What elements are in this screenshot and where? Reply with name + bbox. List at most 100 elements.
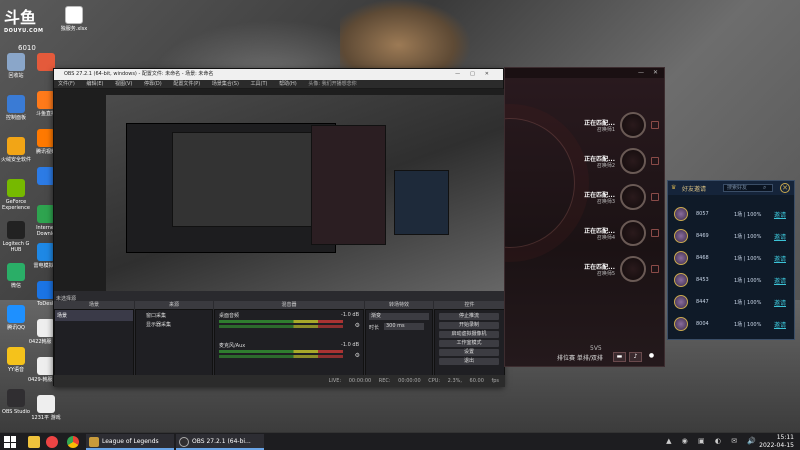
slot-summoner: 召唤师4 bbox=[596, 235, 615, 241]
summoner-slot[interactable]: 正在匹配... 召唤师4 bbox=[551, 218, 661, 248]
lock-icon[interactable] bbox=[651, 265, 659, 273]
summoner-slot[interactable]: 正在匹配... 召唤师3 bbox=[551, 182, 661, 212]
taskbar-app-obs[interactable]: OBS 27.2.1 (64-bi... bbox=[176, 434, 264, 450]
invite-button[interactable]: 邀请 bbox=[774, 232, 786, 241]
control-button[interactable]: 设置 bbox=[439, 349, 499, 356]
taskbar-app-lol[interactable]: League of Legends bbox=[86, 434, 174, 450]
avatar bbox=[674, 295, 688, 309]
lock-icon[interactable] bbox=[651, 229, 659, 237]
clock-time: 15:11 bbox=[776, 434, 794, 441]
invite-button[interactable]: 邀请 bbox=[774, 210, 786, 219]
scenes-header: 场景 bbox=[54, 301, 134, 309]
taskbar-clock[interactable]: 15:11 2022-04-15 bbox=[759, 434, 794, 450]
chrome-icon[interactable] bbox=[67, 436, 79, 448]
invite-button[interactable]: 邀请 bbox=[774, 254, 786, 263]
menu-edit[interactable]: 编辑(E) bbox=[86, 81, 103, 87]
audio-meter bbox=[219, 355, 343, 358]
lock-icon[interactable] bbox=[651, 193, 659, 201]
invite-button[interactable]: 邀请 bbox=[774, 320, 786, 329]
preview-lol-client bbox=[311, 125, 386, 245]
wallpaper-cat bbox=[340, 0, 470, 75]
mixer-track-level: -1.0 dB bbox=[341, 342, 359, 348]
close-icon[interactable]: ✕ bbox=[653, 69, 658, 76]
app-icon bbox=[7, 137, 25, 155]
live-status: LIVE: 00:00:00 bbox=[328, 378, 372, 384]
clock-date: 2022-04-15 bbox=[759, 442, 794, 449]
obs-window[interactable]: OBS 27.2.1 (64-bit, windows) - 配置文件: 未命名… bbox=[53, 68, 505, 387]
control-button[interactable]: 启动虚拟摄像机 bbox=[439, 331, 499, 338]
lol-icon bbox=[89, 437, 99, 447]
app-icon bbox=[7, 53, 25, 71]
desktop-file-xlsx[interactable]: 独服务.xlsx bbox=[55, 6, 93, 32]
lock-icon[interactable] bbox=[651, 157, 659, 165]
source-item[interactable]: 窗口采集 bbox=[136, 310, 212, 320]
champion-portrait bbox=[620, 184, 646, 210]
lol-client-window[interactable]: — ✕ 正在匹配... 召唤师1 正在匹配... 召唤师2 正在匹配... 召唤师3 正在匹… bbox=[504, 67, 665, 367]
gear-icon[interactable]: ⚙ bbox=[355, 322, 360, 329]
champion-portrait bbox=[620, 256, 646, 282]
control-button[interactable]: 工作室模式 bbox=[439, 340, 499, 347]
search-icon[interactable]: ⌕ bbox=[763, 184, 766, 192]
control-button[interactable]: 开始录制 bbox=[439, 322, 499, 329]
obs-menu-bar: 文件(F) 编辑(E) 视图(V) 停靠(D) 配置文件(P) 场景集合(S) … bbox=[54, 80, 503, 89]
chat-icon[interactable]: ▬ bbox=[613, 352, 626, 362]
obs-title-bar[interactable]: OBS 27.2.1 (64-bit, windows) - 配置文件: 未命名… bbox=[54, 69, 503, 80]
source-item[interactable]: 显示器采集 bbox=[136, 320, 212, 329]
mixer-track-name: 桌面音频 bbox=[219, 313, 240, 319]
lol-title-bar[interactable]: — ✕ bbox=[505, 68, 664, 78]
menu-file[interactable]: 文件(F) bbox=[58, 81, 75, 87]
duration-input[interactable]: 300 ms bbox=[384, 323, 424, 330]
friends-panel-header: ♛ 好友邀请 搜索好友 ⌕ ✕ bbox=[668, 181, 794, 195]
system-tray[interactable]: ▲ ◉ ▣ ◐ ✉ 🔊 bbox=[666, 437, 760, 445]
summoner-slot[interactable]: 正在匹配... 召唤师2 bbox=[551, 146, 661, 176]
obs-window-title: OBS 27.2.1 (64-bit, windows) - 配置文件: 未命名… bbox=[64, 71, 214, 77]
gear-icon[interactable]: ⚙ bbox=[355, 352, 360, 359]
preview-canvas[interactable] bbox=[106, 95, 504, 305]
mixer-panel: 桌面音频 -1.0 dB 麦克风/Aux -1.0 dB ⚙ ⚙ bbox=[214, 309, 364, 381]
queue-type: 排位赛 单排/双排 bbox=[557, 355, 603, 362]
friend-row: 8469 1场 | 100% 邀请 bbox=[672, 229, 790, 243]
desktop-icon[interactable]: 1231平 游戏 bbox=[27, 395, 65, 421]
friends-icon: ♛ bbox=[671, 184, 677, 191]
minimize-icon[interactable]: — bbox=[638, 69, 644, 76]
avatar bbox=[674, 207, 688, 221]
douyu-logo: 斗鱼 DOUYU.COM bbox=[4, 8, 44, 34]
menu-profile[interactable]: 配置文件(P) bbox=[173, 81, 200, 87]
rec-status: REC: 00:00:00 bbox=[378, 378, 421, 384]
control-button[interactable]: 停止推流 bbox=[439, 313, 499, 320]
menu-help[interactable]: 帮助(H) bbox=[279, 81, 297, 87]
room-id: 6010 bbox=[18, 44, 36, 52]
sources-panel: 窗口采集 显示器采集 bbox=[135, 309, 213, 381]
windows-start-icon[interactable] bbox=[4, 436, 16, 448]
lock-icon[interactable] bbox=[651, 121, 659, 129]
friend-id: 8447 bbox=[696, 299, 709, 305]
slot-summoner: 召唤师3 bbox=[596, 199, 615, 205]
file-explorer-icon[interactable] bbox=[28, 436, 40, 448]
scenes-panel: 场景 bbox=[54, 309, 134, 381]
menu-scene-collection[interactable]: 场景集合(S) bbox=[212, 81, 239, 87]
menu-dock[interactable]: 停靠(D) bbox=[144, 81, 162, 87]
invite-button[interactable]: 邀请 bbox=[774, 276, 786, 285]
avatar bbox=[674, 273, 688, 287]
transition-select[interactable]: 渐变 bbox=[369, 313, 429, 320]
recursive-preview-inner bbox=[172, 132, 322, 227]
friends-invite-panel[interactable]: ♛ 好友邀请 搜索好友 ⌕ ✕ 8057 1场 | 100% 邀请 8469 1场 | … bbox=[667, 180, 795, 340]
summoner-slot[interactable]: 正在匹配... 召唤师1 bbox=[551, 110, 661, 140]
pinned-app-icon[interactable] bbox=[46, 436, 58, 448]
mic-icon[interactable]: ● bbox=[645, 352, 658, 362]
xlsx-file-icon bbox=[65, 6, 83, 24]
friend-status: 1场 | 100% bbox=[734, 278, 762, 284]
scene-item[interactable]: 场景 bbox=[55, 310, 133, 321]
voice-icon[interactable]: ♪ bbox=[629, 352, 642, 362]
friend-status: 1场 | 100% bbox=[734, 300, 762, 306]
app-icon bbox=[7, 179, 25, 197]
close-icon[interactable]: ✕ bbox=[780, 183, 790, 193]
champion-portrait bbox=[620, 112, 646, 138]
invite-button[interactable]: 邀请 bbox=[774, 298, 786, 307]
menu-tools[interactable]: 工具(T) bbox=[251, 81, 268, 87]
champion-portrait bbox=[620, 148, 646, 174]
window-controls[interactable]: —□✕ bbox=[455, 69, 499, 80]
summoner-slot[interactable]: 正在匹配... 召唤师5 bbox=[551, 254, 661, 284]
control-button[interactable]: 退出 bbox=[439, 358, 499, 365]
menu-view[interactable]: 视图(V) bbox=[115, 81, 132, 87]
